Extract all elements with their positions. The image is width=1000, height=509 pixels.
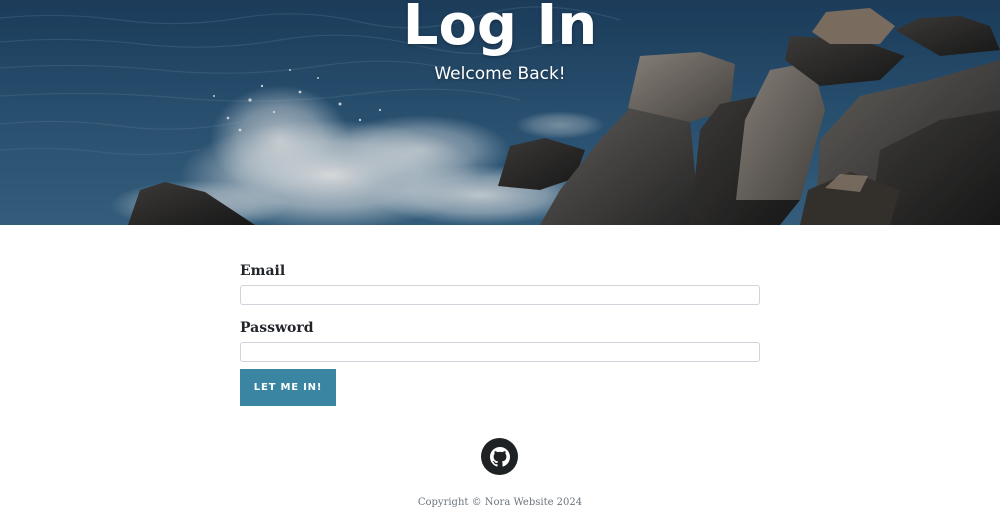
page-title: Log In	[402, 0, 598, 58]
copyright-text: Copyright © Nora Website 2024	[417, 497, 583, 508]
github-icon	[489, 446, 510, 467]
hero-banner: Log In Welcome Back!	[0, 0, 1000, 225]
login-submit-button[interactable]: LET ME IN!	[240, 369, 336, 406]
email-label: Email	[240, 263, 286, 279]
email-input[interactable]	[240, 285, 760, 305]
github-link[interactable]	[481, 438, 518, 475]
password-field-group: Password	[240, 319, 760, 362]
email-field-group: Email	[240, 262, 760, 305]
password-label: Password	[240, 320, 314, 336]
login-form: Email Password LET ME IN!	[240, 262, 760, 406]
password-input[interactable]	[240, 342, 760, 362]
page-subtitle: Welcome Back!	[434, 64, 566, 84]
